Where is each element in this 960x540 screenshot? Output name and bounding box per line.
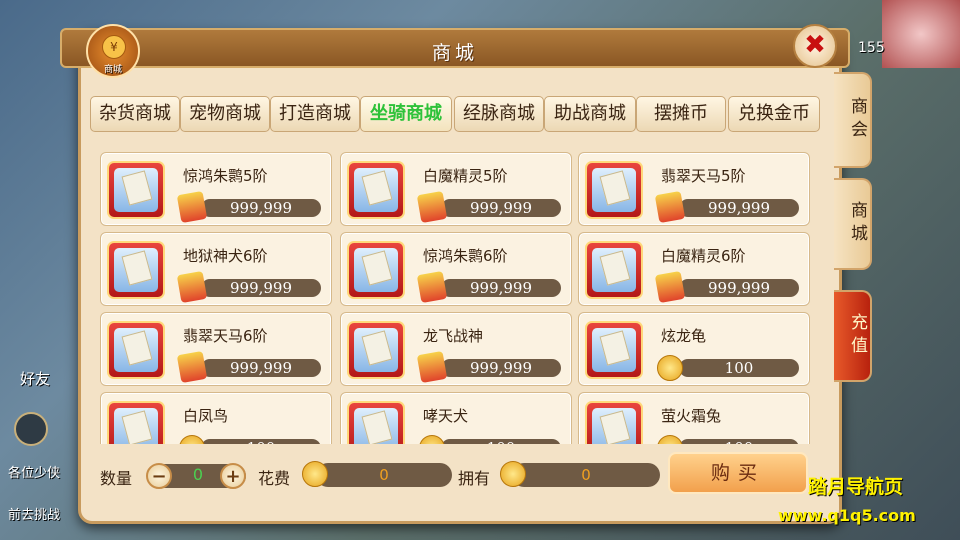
tab-4[interactable]: 经脉商城	[454, 96, 544, 132]
item-name: 白魔精灵5阶	[423, 167, 508, 185]
ticket-currency-icon	[176, 190, 208, 224]
mount-item-icon	[585, 321, 643, 379]
mount-item-icon	[585, 161, 643, 219]
cost-label: 花费	[258, 469, 291, 488]
ticket-currency-icon	[416, 350, 448, 384]
tab-0[interactable]: 杂货商城	[90, 96, 180, 132]
item-price: 100	[441, 439, 561, 444]
gold-coin-icon	[419, 435, 445, 444]
mount-item-icon	[347, 321, 405, 379]
ticket-currency-icon	[176, 350, 208, 384]
item-card[interactable]: 龙飞战神 999,999	[340, 312, 572, 386]
item-name: 炫龙龟	[661, 327, 707, 345]
ticket-currency-icon	[416, 270, 448, 304]
item-price: 100	[679, 359, 799, 377]
mount-item-icon	[107, 161, 165, 219]
item-price: 999,999	[441, 359, 561, 377]
item-card[interactable]: 白凤鸟 100	[100, 392, 332, 444]
tab-3[interactable]: 坐骑商城	[360, 96, 452, 132]
chat-line-1: 各位少侠	[8, 466, 61, 481]
item-name: 萤火霜兔	[661, 407, 722, 425]
item-name: 翡翠天马6阶	[183, 327, 268, 345]
item-price: 100	[679, 439, 799, 444]
cost-value: 0	[316, 463, 452, 487]
shop-badge-icon: ¥ 商城	[86, 24, 140, 78]
item-grid[interactable]: 惊鸿朱鹮5阶 999,999 白魔精灵5阶 999,999 翡翠天马5阶 999,999 地…	[96, 146, 816, 444]
owned-label: 拥有	[458, 469, 491, 488]
item-card[interactable]: 翡翠天马6阶 999,999	[100, 312, 332, 386]
mount-item-icon	[107, 241, 165, 299]
yuan-coin-icon: ¥	[102, 35, 126, 59]
side-tab-recharge[interactable]: 充值	[834, 290, 872, 382]
gold-coin-icon	[657, 435, 683, 444]
mount-item-icon	[347, 401, 405, 444]
ticket-currency-icon	[654, 270, 686, 304]
mount-item-icon	[347, 161, 405, 219]
item-price: 999,999	[201, 359, 321, 377]
item-card[interactable]: 惊鸿朱鹮6阶 999,999	[340, 232, 572, 306]
chat-icon[interactable]	[14, 412, 48, 446]
ticket-currency-icon	[176, 270, 208, 304]
item-price: 999,999	[201, 279, 321, 297]
buy-button[interactable]: 购买	[668, 452, 808, 494]
player-portrait[interactable]	[882, 0, 960, 68]
item-card[interactable]: 翡翠天马5阶 999,999	[578, 152, 810, 226]
level-text: 155	[858, 40, 885, 56]
close-button[interactable]: ✖	[793, 24, 837, 68]
shop-badge-label: 商城	[103, 65, 122, 75]
mount-item-icon	[585, 401, 643, 444]
tab-2[interactable]: 打造商城	[270, 96, 360, 132]
tab-5[interactable]: 助战商城	[544, 96, 636, 132]
friends-button[interactable]: 好友	[20, 368, 50, 389]
ticket-currency-icon	[654, 190, 686, 224]
minus-button[interactable]: −	[146, 463, 172, 489]
item-card[interactable]: 地狱神犬6阶 999,999	[100, 232, 332, 306]
chat-line-2: 前去挑战	[8, 508, 61, 523]
ticket-currency-icon	[416, 190, 448, 224]
mount-item-icon	[107, 321, 165, 379]
quantity-label: 数量	[100, 469, 133, 488]
item-card[interactable]: 萤火霜兔 100	[578, 392, 810, 444]
tab-1[interactable]: 宠物商城	[180, 96, 270, 132]
quantity-value[interactable]: 0	[186, 465, 210, 484]
owned-value: 0	[512, 463, 660, 487]
item-card[interactable]: 炫龙龟 100	[578, 312, 810, 386]
item-card[interactable]: 白魔精灵5阶 999,999	[340, 152, 572, 226]
gold-coin-icon	[657, 355, 683, 381]
mount-item-icon	[107, 401, 165, 444]
item-name: 白凤鸟	[183, 407, 229, 425]
gold-coin-icon	[500, 461, 526, 487]
shop-title: 商城	[431, 42, 478, 64]
tab-6[interactable]: 摆摊币	[636, 96, 726, 132]
gold-coin-icon	[179, 435, 205, 444]
gold-coin-icon	[302, 461, 328, 487]
item-price: 999,999	[201, 199, 321, 217]
item-name: 哮天犬	[423, 407, 469, 425]
item-name: 白魔精灵6阶	[661, 247, 746, 265]
plus-button[interactable]: +	[220, 463, 246, 489]
item-name: 翡翠天马5阶	[661, 167, 746, 185]
item-price: 999,999	[441, 279, 561, 297]
item-price: 999,999	[441, 199, 561, 217]
mount-item-icon	[585, 241, 643, 299]
shop-title-bar: 商城	[60, 28, 850, 68]
tab-7[interactable]: 兑换金币	[728, 96, 820, 132]
item-name: 龙飞战神	[423, 327, 484, 345]
side-tab-commerce[interactable]: 商会	[834, 72, 872, 168]
mount-item-icon	[347, 241, 405, 299]
item-card[interactable]: 白魔精灵6阶 999,999	[578, 232, 810, 306]
watermark-title: 踏月导航页	[808, 476, 904, 498]
item-price: 100	[201, 439, 321, 444]
side-tab-mall[interactable]: 商城	[834, 178, 872, 270]
item-price: 999,999	[679, 199, 799, 217]
item-name: 地狱神犬6阶	[183, 247, 268, 265]
item-card[interactable]: 惊鸿朱鹮5阶 999,999	[100, 152, 332, 226]
item-card[interactable]: 哮天犬 100	[340, 392, 572, 444]
item-price: 999,999	[679, 279, 799, 297]
item-name: 惊鸿朱鹮6阶	[423, 247, 508, 265]
close-icon: ✖	[804, 30, 826, 60]
item-name: 惊鸿朱鹮5阶	[183, 167, 268, 185]
watermark-url: www.q1q5.com	[778, 506, 916, 525]
